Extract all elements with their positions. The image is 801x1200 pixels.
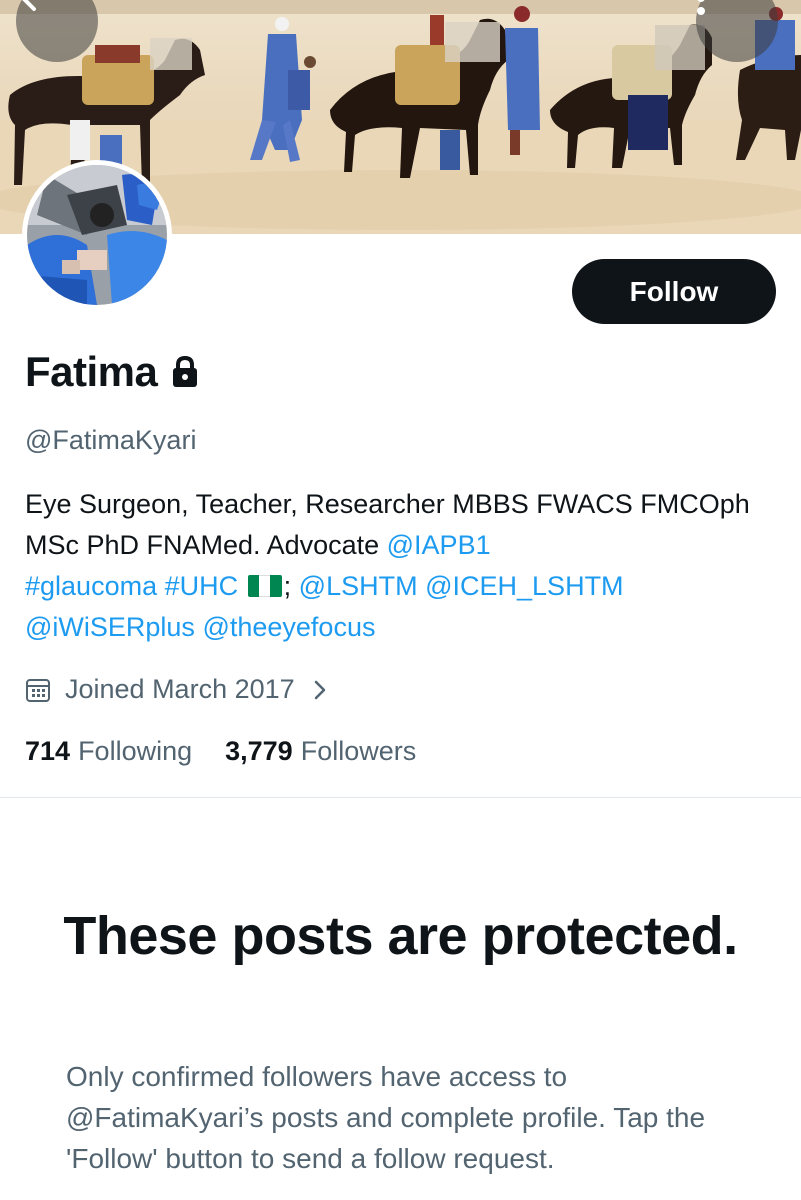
lock-icon [171, 356, 199, 388]
bio-hashtag-glaucoma[interactable]: #glaucoma [25, 571, 157, 601]
profile-bio: Eye Surgeon, Teacher, Researcher MBBS FW… [25, 484, 785, 648]
bio-mention-lshtm[interactable]: @LSHTM [299, 571, 418, 601]
avatar-image [27, 165, 167, 305]
protected-title: These posts are protected. [63, 906, 738, 966]
profile-name-row: Fatima [25, 348, 199, 396]
following-stat[interactable]: 714 Following [25, 736, 192, 767]
followers-label: Followers [300, 736, 417, 766]
bio-mention-iceh[interactable]: @ICEH_LSHTM [425, 571, 623, 601]
following-label: Following [78, 736, 193, 766]
profile-handle: @FatimaKyari [25, 425, 197, 455]
bio-mention-eyefocus[interactable]: @theeyefocus [202, 612, 375, 642]
avatar[interactable] [22, 160, 172, 310]
followers-count: 3,779 [225, 736, 293, 766]
joined-date: Joined March 2017 [65, 674, 295, 704]
following-count: 714 [25, 736, 71, 766]
nigeria-flag-emoji [247, 575, 282, 597]
bio-mention-iwiser[interactable]: @iWiSERplus [25, 612, 195, 642]
followers-stat[interactable]: 3,779 Followers [225, 736, 416, 767]
bio-hashtag-uhc[interactable]: #UHC [165, 571, 239, 601]
calendar-icon [25, 677, 51, 703]
display-name: Fatima [25, 348, 158, 395]
profile-stats: 714 Following 3,779 Followers [25, 736, 416, 767]
section-divider [0, 797, 801, 798]
protected-message: Only confirmed followers have access to … [66, 1061, 706, 1174]
follow-button[interactable]: Follow [572, 259, 776, 324]
joined-date-row[interactable]: Joined March 2017 [25, 674, 327, 705]
bio-separator: ; [283, 571, 292, 601]
chevron-right-icon [313, 679, 327, 701]
bio-mention-iapb[interactable]: @IAPB1 [387, 530, 491, 560]
